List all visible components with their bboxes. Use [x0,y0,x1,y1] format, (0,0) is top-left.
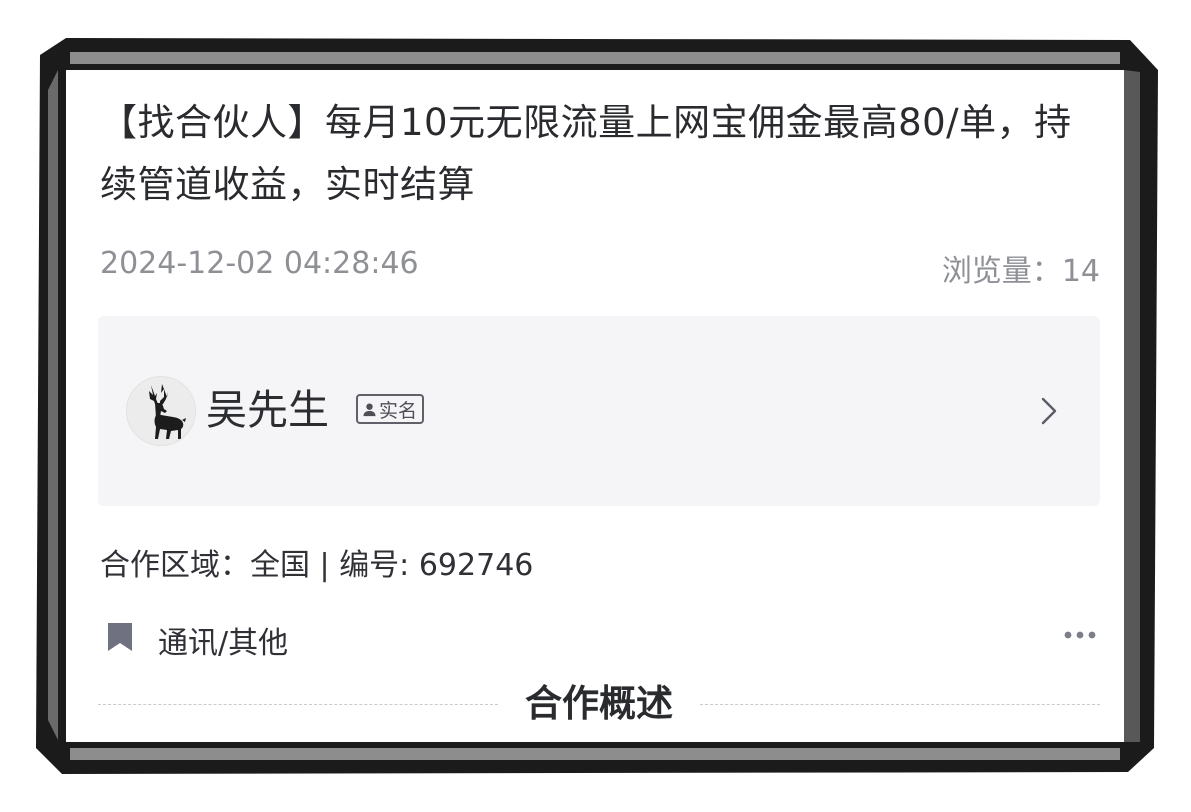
category-row: 通讯/其他 [100,614,1100,661]
section-header-overview: 合作概述 [98,678,1100,730]
more-options-icon[interactable] [1060,620,1100,650]
listing-number-value: 692746 [418,548,534,583]
avatar[interactable] [126,376,196,446]
info-separator: | [310,548,340,583]
publisher-name: 吴先生 [206,386,329,434]
listing-number-label: 编号: [339,548,419,583]
listing-title: 【找合伙人】每月10元无限流量上网宝佣金最高80/单，持续管道收益，实时结算 [100,101,1072,206]
category-tag[interactable]: 通讯/其他 [158,618,288,662]
deer-icon [149,384,186,439]
listing-card: 【找合伙人】每月10元无限流量上网宝佣金最高80/单，持续管道收益，实时结算 2… [66,70,1124,742]
person-icon [363,403,376,416]
publisher-card[interactable]: 吴先生 实名 [98,316,1100,506]
publish-date: 2024-12-02 04:28:46 [100,246,419,281]
view-count: 浏览量：14 [942,246,1100,290]
chevron-right-icon[interactable] [1038,394,1060,428]
bookmark-icon [108,623,132,651]
section-title: 合作概述 [525,682,673,725]
verified-badge: 实名 [356,394,425,424]
cooperation-info: 合作区域：全国 | 编号: 692746 [100,540,533,584]
listing-meta: 2024-12-02 04:28:46 浏览量：14 [100,242,1100,289]
view-count-label: 浏览量： [941,254,1062,289]
verified-label: 实名 [379,399,418,422]
view-count-value: 14 [1061,254,1100,289]
cooperation-area-value: 全国 [250,548,310,583]
cooperation-area-label: 合作区域： [100,548,250,583]
